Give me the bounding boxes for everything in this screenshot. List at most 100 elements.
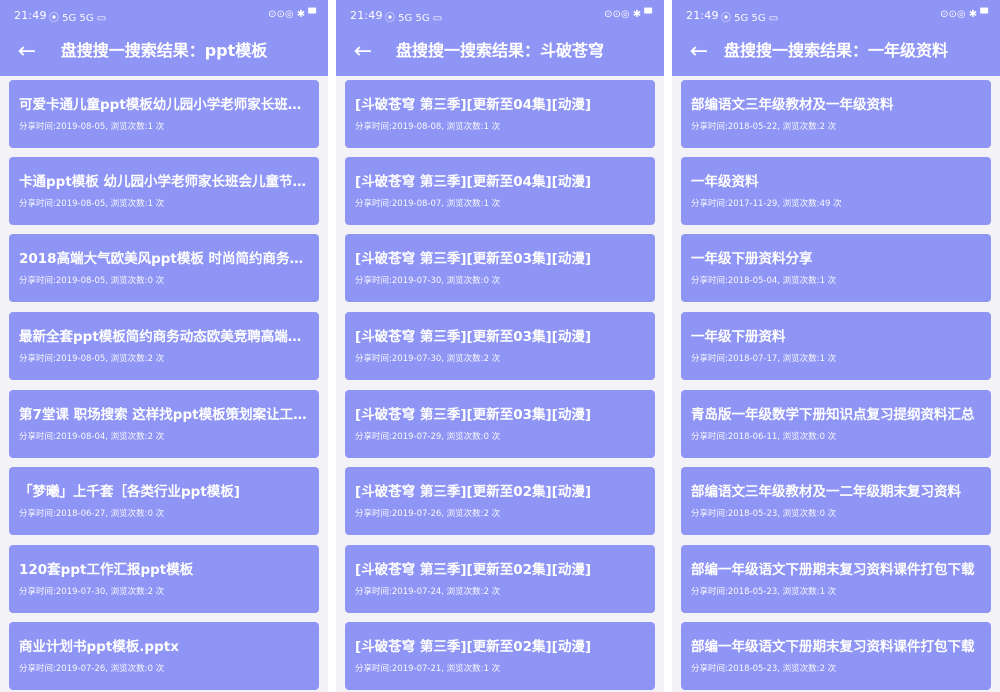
- views-unit: 次: [488, 509, 501, 519]
- views-unit: 次: [152, 276, 165, 286]
- result-title: 一年级下册资料: [691, 329, 786, 345]
- share-label: 分享时间:: [355, 354, 392, 364]
- share-date: 2019-08-05: [55, 199, 106, 209]
- result-item[interactable]: 青岛版一年级数学下册知识点复习提纲资料汇总 分享时间:2018-06-11, 浏…: [681, 390, 991, 458]
- result-title: 最新全套ppt模板简约商务动态欧美竞聘高端大气: [19, 329, 309, 345]
- result-item[interactable]: 部编一年级语文下册期末复习资料课件打包下载 分享时间:2018-05-23, 浏…: [681, 545, 991, 613]
- result-item[interactable]: [斗破苍穹 第三季][更新至03集][动漫] 分享时间:2019-07-30, …: [345, 234, 655, 302]
- result-meta: 分享时间:2019-08-05, 浏览次数:1 次: [19, 198, 164, 210]
- result-title: 部编一年级语文下册期末复习资料课件打包下载: [691, 562, 975, 578]
- result-item[interactable]: [斗破苍穹 第三季][更新至02集][动漫] 分享时间:2019-07-21, …: [345, 622, 655, 690]
- share-date: 2019-07-24: [391, 587, 442, 597]
- result-title: [斗破苍穹 第三季][更新至04集][动漫]: [355, 97, 592, 113]
- result-meta: 分享时间:2019-07-29, 浏览次数:0 次: [355, 431, 500, 443]
- share-label: 分享时间:: [355, 199, 392, 209]
- status-bar: 21:49 ⦿ 5G 5G ▭ ⊙⊙◎ ✱ ▀: [672, 0, 1000, 32]
- top-bar: 21:49 ⦿ 5G 5G ▭ ⊙⊙◎ ✱ ▀ ← 盘搜搜一搜索结果：ppt模板: [0, 0, 328, 76]
- views-unit: 次: [488, 664, 501, 674]
- result-item[interactable]: [斗破苍穹 第三季][更新至03集][动漫] 分享时间:2019-07-30, …: [345, 312, 655, 380]
- share-date: 2018-05-04: [727, 276, 778, 286]
- system-icons: ⊙⊙◎ ✱ ▀: [604, 9, 652, 20]
- page-title: 盘搜搜一搜索结果：斗破苍穹: [395, 41, 604, 60]
- signal-icons: ⦿ 5G 5G ▭: [721, 13, 779, 24]
- result-item[interactable]: [斗破苍穹 第三季][更新至02集][动漫] 分享时间:2019-07-24, …: [345, 545, 655, 613]
- result-title: [斗破苍穹 第三季][更新至03集][动漫]: [355, 251, 592, 267]
- views-count: 49: [819, 199, 831, 209]
- result-meta: 分享时间:2018-06-11, 浏览次数:0 次: [691, 431, 836, 443]
- result-item[interactable]: [斗破苍穹 第三季][更新至02集][动漫] 分享时间:2019-07-26, …: [345, 467, 655, 535]
- status-time: 21:49: [686, 9, 719, 22]
- result-meta: 分享时间:2019-07-30, 浏览次数:2 次: [19, 586, 164, 598]
- share-label: 分享时间:: [19, 354, 56, 364]
- views-unit: 次: [488, 432, 501, 442]
- share-label: 分享时间:: [19, 199, 56, 209]
- views-label: , 浏览次数:: [105, 509, 148, 519]
- share-label: 分享时间:: [691, 276, 728, 286]
- share-label: 分享时间:: [355, 122, 392, 132]
- share-date: 2017-11-29: [727, 199, 778, 209]
- result-item[interactable]: [斗破苍穹 第三季][更新至03集][动漫] 分享时间:2019-07-29, …: [345, 390, 655, 458]
- app-bar: ← 盘搜搜一搜索结果：一年级资料: [672, 32, 1000, 76]
- views-label: , 浏览次数:: [777, 509, 820, 519]
- result-title: 可爱卡通儿童ppt模板幼儿园小学老师家长班会儿童: [19, 97, 309, 113]
- views-label: , 浏览次数:: [441, 664, 484, 674]
- share-date: 2019-07-29: [391, 432, 442, 442]
- result-meta: 分享时间:2019-07-30, 浏览次数:0 次: [355, 275, 500, 287]
- share-date: 2019-08-08: [391, 122, 442, 132]
- share-label: 分享时间:: [19, 122, 56, 132]
- app-bar: ← 盘搜搜一搜索结果：ppt模板: [0, 32, 328, 76]
- share-date: 2019-07-30: [55, 587, 106, 597]
- share-date: 2019-07-30: [391, 276, 442, 286]
- share-date: 2019-08-05: [55, 276, 106, 286]
- result-title: 120套ppt工作汇报ppt模板: [19, 562, 194, 578]
- result-item[interactable]: 第7堂课 职场搜索 这样找ppt模板策划案让工作更轻松 分享时间:2019-08…: [9, 390, 319, 458]
- views-unit: 次: [152, 664, 165, 674]
- result-title: [斗破苍穹 第三季][更新至02集][动漫]: [355, 639, 592, 655]
- views-label: , 浏览次数:: [105, 276, 148, 286]
- share-label: 分享时间:: [691, 354, 728, 364]
- views-unit: 次: [824, 664, 837, 674]
- result-meta: 分享时间:2018-06-27, 浏览次数:0 次: [19, 508, 164, 520]
- share-date: 2019-07-26: [55, 664, 106, 674]
- result-item[interactable]: 卡通ppt模板 幼儿园小学老师家长班会儿童节成长 分享时间:2019-08-05…: [9, 157, 319, 225]
- share-date: 2019-08-05: [55, 354, 106, 364]
- share-label: 分享时间:: [19, 664, 56, 674]
- views-label: , 浏览次数:: [105, 587, 148, 597]
- views-label: , 浏览次数:: [777, 587, 820, 597]
- share-label: 分享时间:: [691, 122, 728, 132]
- views-label: , 浏览次数:: [441, 432, 484, 442]
- views-label: , 浏览次数:: [105, 354, 148, 364]
- top-bar: 21:49 ⦿ 5G 5G ▭ ⊙⊙◎ ✱ ▀ ← 盘搜搜一搜索结果：斗破苍穹: [336, 0, 664, 76]
- share-label: 分享时间:: [355, 432, 392, 442]
- result-title: 部编语文三年级教材及一二年级期末复习资料: [691, 484, 961, 500]
- result-item[interactable]: 最新全套ppt模板简约商务动态欧美竞聘高端大气 分享时间:2019-08-05,…: [9, 312, 319, 380]
- result-title: 一年级资料: [691, 174, 759, 190]
- result-item[interactable]: 「梦曦」上千套［各类行业ppt模板] 分享时间:2018-06-27, 浏览次数…: [9, 467, 319, 535]
- share-date: 2019-08-04: [55, 432, 106, 442]
- share-date: 2018-05-22: [727, 122, 778, 132]
- result-item[interactable]: 一年级下册资料 分享时间:2018-07-17, 浏览次数:1 次: [681, 312, 991, 380]
- share-label: 分享时间:: [691, 432, 728, 442]
- result-item[interactable]: 商业计划书ppt模板.pptx 分享时间:2019-07-26, 浏览次数:0 …: [9, 622, 319, 690]
- views-unit: 次: [488, 587, 501, 597]
- result-item[interactable]: 部编语文三年级教材及一二年级期末复习资料 分享时间:2018-05-23, 浏览…: [681, 467, 991, 535]
- views-unit: 次: [152, 587, 165, 597]
- result-item[interactable]: 2018高端大气欧美风ppt模板 时尚简约商务汇报 分享时间:2019-08-0…: [9, 234, 319, 302]
- share-label: 分享时间:: [691, 199, 728, 209]
- result-item[interactable]: 一年级下册资料分享 分享时间:2018-05-04, 浏览次数:1 次: [681, 234, 991, 302]
- phone-screen-grade1: 21:49 ⦿ 5G 5G ▭ ⊙⊙◎ ✱ ▀ ← 盘搜搜一搜索结果：一年级资料…: [672, 0, 1000, 692]
- result-item[interactable]: 部编一年级语文下册期末复习资料课件打包下载 分享时间:2018-05-23, 浏…: [681, 622, 991, 690]
- views-label: , 浏览次数:: [105, 199, 148, 209]
- result-item[interactable]: 120套ppt工作汇报ppt模板 分享时间:2019-07-30, 浏览次数:2…: [9, 545, 319, 613]
- result-meta: 分享时间:2018-05-04, 浏览次数:1 次: [691, 275, 836, 287]
- screenshot-collage: 21:49 ⦿ 5G 5G ▭ ⊙⊙◎ ✱ ▀ ← 盘搜搜一搜索结果：ppt模板…: [0, 0, 1000, 692]
- top-bar: 21:49 ⦿ 5G 5G ▭ ⊙⊙◎ ✱ ▀ ← 盘搜搜一搜索结果：一年级资料: [672, 0, 1000, 76]
- views-label: , 浏览次数:: [105, 664, 148, 674]
- result-item[interactable]: 部编语文三年级教材及一年级资料 分享时间:2018-05-22, 浏览次数:2 …: [681, 80, 991, 148]
- result-item[interactable]: 可爱卡通儿童ppt模板幼儿园小学老师家长班会儿童 分享时间:2019-08-05…: [9, 80, 319, 148]
- result-item[interactable]: [斗破苍穹 第三季][更新至04集][动漫] 分享时间:2019-08-08, …: [345, 80, 655, 148]
- result-meta: 分享时间:2019-08-08, 浏览次数:1 次: [355, 121, 500, 133]
- result-item[interactable]: [斗破苍穹 第三季][更新至04集][动漫] 分享时间:2019-08-07, …: [345, 157, 655, 225]
- result-item[interactable]: 一年级资料 分享时间:2017-11-29, 浏览次数:49 次: [681, 157, 991, 225]
- views-unit: 次: [830, 199, 842, 209]
